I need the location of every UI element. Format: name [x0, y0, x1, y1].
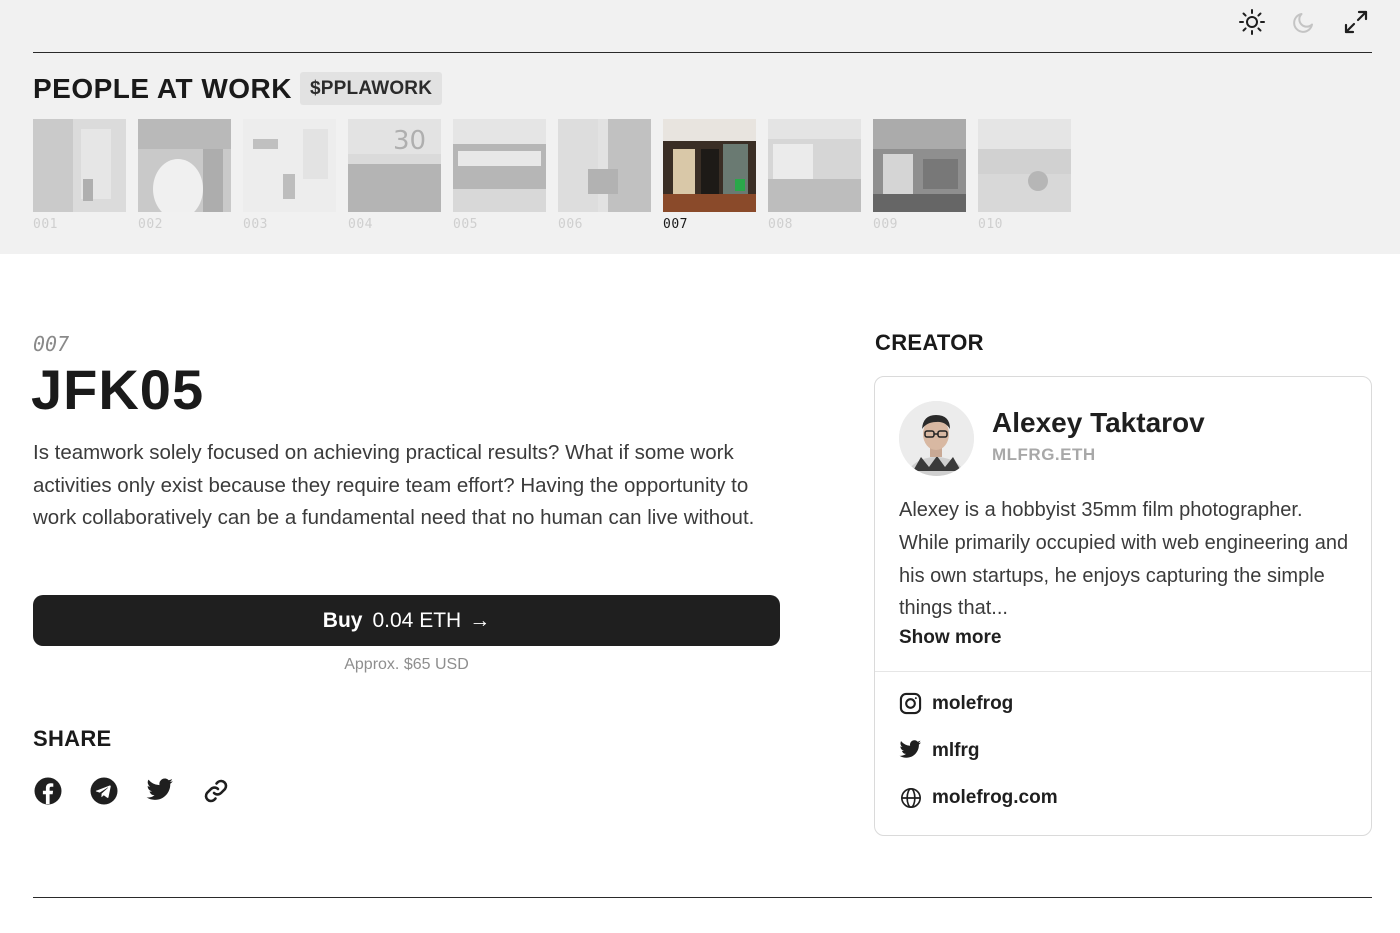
- thumbnail-number: 010: [978, 217, 1003, 232]
- thumbnail-image: [558, 119, 651, 212]
- thumbnail-image: [768, 119, 861, 212]
- thumbnail-005[interactable]: 005: [453, 119, 546, 232]
- creator-heading: CREATOR: [875, 330, 984, 355]
- thumbnail-number: 002: [138, 217, 163, 232]
- thumbnail-number: 003: [243, 217, 268, 232]
- twitter-handle: mlfrg: [932, 739, 980, 761]
- creator-twitter-link[interactable]: mlfrg: [899, 739, 980, 762]
- thumbnail-008[interactable]: 008: [768, 119, 861, 232]
- telegram-icon: [90, 777, 117, 804]
- thumbnail-image: [978, 119, 1071, 212]
- thumbnail-007[interactable]: 007: [663, 119, 756, 232]
- instagram-icon: [899, 692, 922, 715]
- price-value: 0.04 ETH: [372, 608, 462, 632]
- thumbnail-strip: 001 002 003 30 004 005 006 007 008 009 0…: [33, 119, 1071, 232]
- thumbnail-002[interactable]: 002: [138, 119, 231, 232]
- creator-ens-handle[interactable]: MLFRG.ETH: [992, 445, 1096, 465]
- collection-header: PEOPLE AT WORK $PPLAWORK 001 002 003 30 …: [0, 0, 1400, 254]
- buy-label: Buy: [322, 608, 363, 632]
- instagram-handle: molefrog: [932, 692, 1014, 714]
- creator-bio: Alexey is a hobbyist 35mm film photograp…: [899, 499, 1349, 620]
- thumbnail-image: [243, 119, 336, 212]
- thumbnail-image: [33, 119, 126, 212]
- avatar: [899, 401, 974, 476]
- share-heading: SHARE: [33, 726, 112, 751]
- thumbnail-009[interactable]: 009: [873, 119, 966, 232]
- collection-title: PEOPLE AT WORK: [33, 73, 292, 104]
- creator-card: Alexey Taktarov MLFRG.ETH Alexey is a ho…: [874, 376, 1372, 836]
- fullscreen-button[interactable]: [1340, 6, 1372, 38]
- footer-divider: [33, 897, 1372, 898]
- facebook-icon: [34, 777, 61, 804]
- token-description: Is teamwork solely focused on achieving …: [33, 441, 755, 530]
- thumbnail-image: [873, 119, 966, 212]
- thumbnail-number: 004: [348, 217, 373, 232]
- website-url: molefrog.com: [932, 786, 1058, 808]
- moon-icon: [1293, 13, 1313, 33]
- thumbnail-image: [138, 119, 231, 212]
- card-divider: [875, 671, 1371, 672]
- price-approx-usd: Approx. $65 USD: [344, 656, 469, 673]
- thumbnail-number: 006: [558, 217, 583, 232]
- share-facebook-button[interactable]: [33, 776, 62, 805]
- dark-mode-button[interactable]: [1288, 6, 1320, 38]
- expand-icon: [1344, 10, 1368, 34]
- share-twitter-button[interactable]: [145, 776, 174, 805]
- thumbnail-004[interactable]: 30 004: [348, 119, 441, 232]
- thumbnail-image: [453, 119, 546, 212]
- show-more-link[interactable]: Show more: [899, 627, 1001, 649]
- light-mode-button[interactable]: [1236, 6, 1268, 38]
- buy-button[interactable]: Buy 0.04 ETH →: [33, 595, 780, 646]
- sun-icon: [1239, 9, 1265, 35]
- svg-text:30: 30: [393, 126, 426, 156]
- thumbnail-003[interactable]: 003: [243, 119, 336, 232]
- header-divider: [33, 52, 1372, 53]
- share-buttons: [33, 776, 230, 805]
- creator-name[interactable]: Alexey Taktarov: [992, 407, 1205, 439]
- creator-instagram-link[interactable]: molefrog: [899, 692, 1013, 715]
- token-title: JFK05: [31, 358, 205, 421]
- collection-ticker-badge: $PPLAWORK: [300, 72, 443, 105]
- thumbnail-image: 30: [348, 119, 441, 212]
- twitter-icon: [146, 777, 173, 800]
- token-number: 007: [33, 332, 70, 356]
- view-controls: [1236, 6, 1372, 38]
- thumbnail-image: [663, 119, 756, 212]
- thumbnail-010[interactable]: 010: [978, 119, 1071, 232]
- thumbnail-number: 005: [453, 217, 478, 232]
- arrow-right-icon: →: [469, 608, 491, 632]
- thumbnail-number: 009: [873, 217, 898, 232]
- creator-website-link[interactable]: molefrog.com: [899, 786, 1058, 809]
- thumbnail-number: 007: [663, 217, 688, 232]
- share-telegram-button[interactable]: [89, 776, 118, 805]
- thumbnail-001[interactable]: 001: [33, 119, 126, 232]
- copy-link-button[interactable]: [201, 776, 230, 805]
- twitter-icon: [899, 739, 922, 762]
- thumbnail-number: 001: [33, 217, 58, 232]
- link-icon: [204, 779, 227, 802]
- globe-icon: [899, 786, 922, 809]
- thumbnail-006[interactable]: 006: [558, 119, 651, 232]
- thumbnail-number: 008: [768, 217, 793, 232]
